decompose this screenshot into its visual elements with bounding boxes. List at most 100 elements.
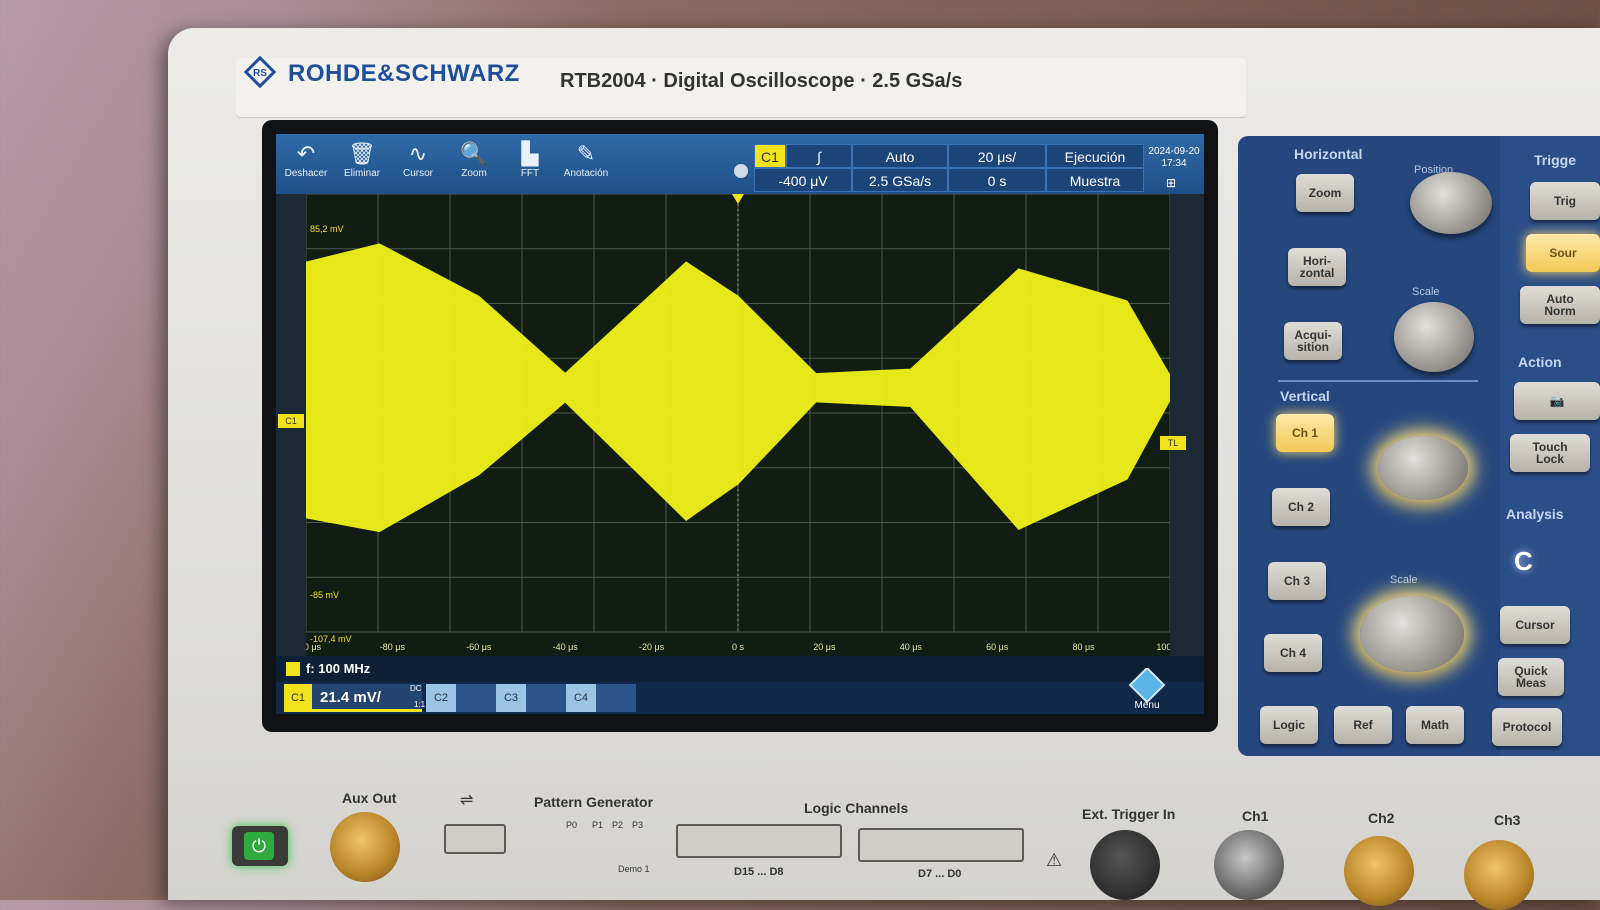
gear-icon[interactable] (734, 164, 748, 178)
aux-out-label: Aux Out (342, 790, 397, 806)
ch1-input-label: Ch1 (1242, 808, 1269, 824)
cursor-hw-button[interactable]: Cursor (1500, 606, 1570, 644)
ch1-hw-button[interactable]: Ch 1 (1276, 414, 1334, 452)
logic-channels-label: Logic Channels (804, 800, 909, 816)
date-text: 2024-09-20 (1148, 146, 1200, 157)
rising-edge-icon[interactable]: ∫ (786, 144, 852, 168)
ch3-slot[interactable] (526, 684, 566, 712)
trigger-level-marker[interactable]: TL (1160, 436, 1186, 450)
model-title: RTB2004 · Digital Oscilloscope · 2.5 GSa… (560, 70, 963, 92)
zoom-button[interactable]: 🔍 Zoom (446, 134, 502, 194)
ch1-scale[interactable]: 21.4 mV/ (312, 684, 422, 712)
time-text: 17:34 (1161, 158, 1187, 169)
action-title: Action (1518, 354, 1562, 370)
menu-button[interactable]: Menu (1124, 666, 1170, 714)
ch2-slot[interactable] (456, 684, 496, 712)
channel-color-swatch (286, 662, 300, 676)
datetime: 2024-09-20 17:34 (1146, 146, 1202, 170)
ch1-tab[interactable]: C1 (284, 684, 312, 712)
math-button[interactable]: Math (1406, 706, 1464, 744)
cursor-button[interactable]: ∿ Cursor (390, 134, 446, 194)
x-tick-label: -60 μs (466, 642, 492, 652)
horizontal-position[interactable]: 0 s (948, 168, 1046, 192)
ch3-hw-button[interactable]: Ch 3 (1268, 562, 1326, 600)
logic-button[interactable]: Logic (1260, 706, 1318, 744)
ch2-input-connector[interactable] (1344, 836, 1414, 906)
power-button[interactable]: ⏻ (232, 826, 288, 866)
plot-svg: -100 μs-80 μs-60 μs-40 μs-20 μs0 s20 μs4… (306, 194, 1170, 652)
ch1-input-connector[interactable] (1214, 830, 1284, 900)
x-tick-label: 20 μs (813, 642, 836, 652)
power-icon: ⏻ (244, 832, 274, 860)
ch2-hw-button[interactable]: Ch 2 (1272, 488, 1330, 526)
ch2-tab[interactable]: C2 (426, 684, 456, 712)
v-scale-knob-label: Scale (1390, 574, 1418, 586)
brand-name: ROHDE&SCHWARZ (288, 60, 520, 87)
auto-norm-button[interactable]: Auto Norm (1520, 286, 1600, 324)
ch4-hw-button[interactable]: Ch 4 (1264, 634, 1322, 672)
ch1-coupling: DC (410, 684, 422, 693)
vertical-position-knob[interactable] (1378, 436, 1468, 500)
sample-rate[interactable]: 2.5 GSa/s (852, 168, 948, 192)
logic-bank-high: D15 ... D8 (734, 866, 784, 878)
fft-button[interactable]: ▙ FFT (502, 134, 558, 194)
timebase[interactable]: 20 μs/ (948, 144, 1046, 168)
vertical-scale-knob[interactable] (1360, 596, 1464, 672)
pin-p3: P3 (632, 820, 644, 830)
undo-icon: ↶ (296, 141, 316, 166)
ch4-slot[interactable] (596, 684, 636, 712)
trigger-level[interactable]: -400 μV (754, 168, 852, 192)
bandwidth-text: f: 100 MHz (306, 661, 371, 676)
logic-port-high[interactable] (676, 824, 842, 858)
annotation-button[interactable]: ✎ Anotación (558, 134, 614, 194)
channel-bar: C1 21.4 mV/ DC 1:1 C2 C3 C4 (276, 682, 1204, 714)
x-tick-label: -20 μs (639, 642, 665, 652)
pin-p1: P1 (592, 820, 604, 830)
ch4-tab[interactable]: C4 (566, 684, 596, 712)
h-scale-knob-label: Scale (1412, 286, 1440, 298)
usb-port[interactable] (444, 824, 506, 854)
trigger-source[interactable]: C1 (754, 144, 786, 168)
clear-icon[interactable]: C (1514, 546, 1533, 577)
quick-meas-button[interactable]: Quick Meas (1498, 658, 1564, 696)
undo-button[interactable]: ↶ Deshacer (278, 134, 334, 194)
acquisition-button[interactable]: Acqui- sition (1284, 322, 1342, 360)
camera-icon: 📷 (1549, 394, 1565, 408)
ref-button[interactable]: Ref (1334, 706, 1392, 744)
ch1-probe: 1:1 (414, 700, 426, 709)
horizontal-scale-knob[interactable] (1394, 302, 1474, 372)
trigger-title: Trigge (1534, 152, 1577, 168)
x-tick-label: 100 μs (1156, 642, 1170, 652)
channel-marker[interactable]: C1 (278, 414, 304, 428)
usb-icon: ⇌ (460, 792, 474, 809)
zoom-hw-button[interactable]: Zoom (1296, 174, 1354, 212)
touch-lock-button[interactable]: Touch Lock (1510, 434, 1590, 472)
acquisition-mode[interactable]: Muestra (1046, 168, 1144, 192)
aux-out-connector[interactable] (330, 812, 400, 882)
trigger-arrow (732, 194, 744, 204)
tool-label: FFT (520, 168, 540, 179)
ext-trigger-connector[interactable] (1090, 830, 1160, 900)
demo-label: Demo 1 (618, 864, 650, 874)
trig-button[interactable]: Trig (1530, 182, 1600, 220)
x-tick-label: -80 μs (380, 642, 406, 652)
position-knob[interactable] (1410, 172, 1492, 234)
ch3-tab[interactable]: C3 (496, 684, 526, 712)
vertical-title: Vertical (1280, 388, 1330, 404)
waveform-plot[interactable]: -100 μs-80 μs-60 μs-40 μs-20 μs0 s20 μs4… (306, 194, 1170, 656)
trigger-mode[interactable]: Auto (852, 144, 948, 168)
logic-port-low[interactable] (858, 828, 1024, 862)
screenshot-button[interactable]: 📷 (1514, 382, 1600, 420)
ch3-input-label: Ch3 (1494, 812, 1521, 828)
protocol-button[interactable]: Protocol (1492, 708, 1562, 746)
x-tick-label: 60 μs (986, 642, 1009, 652)
y-label-bottom: -107,4 mV (310, 634, 352, 644)
horizontal-button[interactable]: Hori- zontal (1288, 248, 1346, 286)
run-state[interactable]: Ejecución (1046, 144, 1144, 168)
trash-icon: 🗑 (348, 141, 376, 166)
delete-button[interactable]: 🗑 Eliminar (334, 134, 390, 194)
x-tick-label: 0 s (732, 642, 745, 652)
analysis-title: Analysis (1506, 506, 1564, 522)
source-button[interactable]: Sour (1526, 234, 1600, 272)
logic-bank-low: D7 ... D0 (918, 868, 962, 880)
